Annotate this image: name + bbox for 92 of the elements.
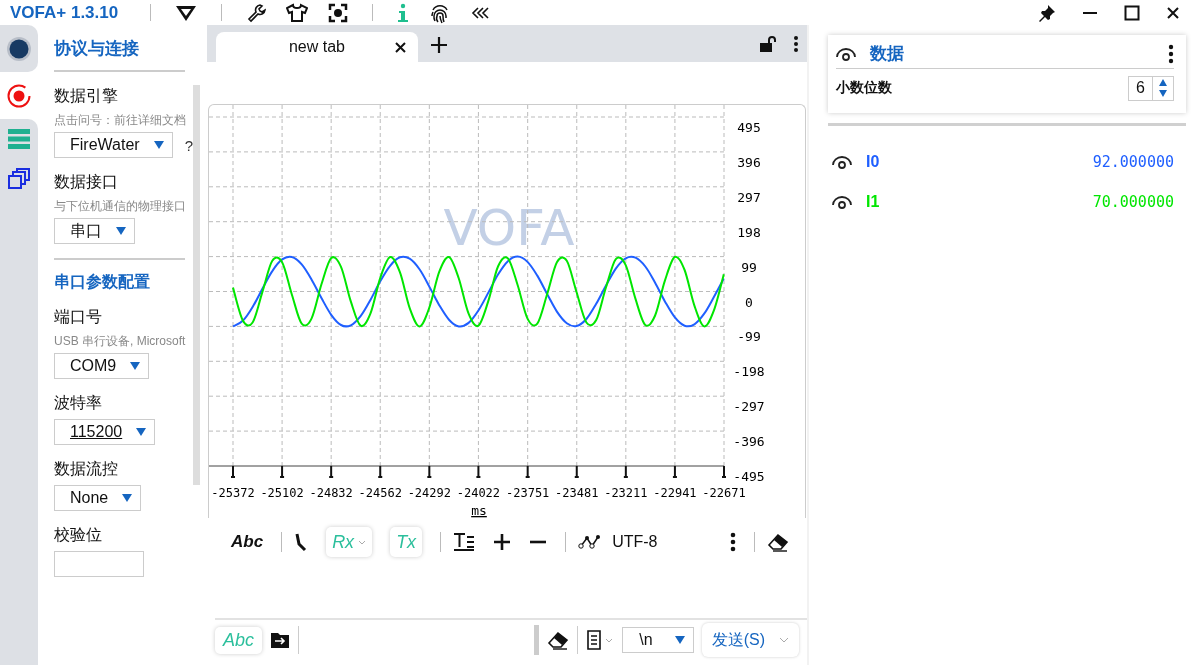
lock-icon[interactable]	[759, 35, 777, 53]
field-label: 数据引擎	[54, 86, 119, 106]
chevron-down-icon	[779, 637, 789, 643]
chevrons-left-icon[interactable]	[471, 5, 492, 20]
eraser-icon[interactable]	[767, 532, 789, 552]
section-heading: 串口参数配置	[54, 272, 151, 292]
channel-name: I0	[866, 153, 881, 171]
axis-label: -24832	[309, 486, 353, 500]
line-ending-dropdown[interactable]: \n	[622, 627, 694, 653]
axis-label: 0	[745, 294, 753, 310]
axis-label: -396	[733, 434, 765, 450]
close-icon[interactable]	[1166, 5, 1180, 20]
more-icon[interactable]	[1168, 43, 1174, 64]
dropdown[interactable]: FireWater	[54, 132, 173, 158]
axis-label: -23211	[604, 486, 648, 500]
number-field[interactable]: 6	[1128, 75, 1174, 101]
graph-nodes-icon[interactable]	[578, 534, 601, 550]
dropdown[interactable]: 串口	[54, 218, 135, 244]
channel-value: 70.000000	[1092, 193, 1174, 211]
folder-send-icon[interactable]	[270, 631, 291, 649]
field-label: 校验位	[54, 525, 103, 545]
field-hint: 与下位机通信的物理接口	[54, 198, 186, 214]
scrollbar[interactable]	[193, 85, 200, 485]
add-tab-icon[interactable]	[430, 36, 448, 54]
axis-label: 495	[737, 120, 761, 135]
field-hint: 点击问号：前往详细文档	[54, 112, 186, 128]
app-title: VOFA+ 1.3.10	[10, 2, 119, 23]
axis-label: -24562	[358, 486, 402, 500]
axis-label: -22671	[702, 486, 746, 500]
connection-dot-icon[interactable]	[6, 35, 32, 62]
field-label: 数据流控	[54, 459, 119, 479]
axis-label: -495	[733, 469, 765, 484]
text-mode-button[interactable]: Abc	[231, 529, 264, 555]
caret-icon	[136, 428, 147, 436]
axis-label: -23481	[555, 486, 599, 500]
cursor-icon[interactable]	[294, 532, 309, 552]
background-logo: VOFA	[443, 199, 575, 257]
field-label: 数据接口	[54, 172, 119, 192]
panel-title: 数据	[870, 43, 905, 65]
axis-label: -198	[733, 364, 765, 380]
more-icon[interactable]	[793, 35, 799, 53]
caret-icon	[674, 636, 685, 644]
wrench-icon[interactable]	[246, 2, 267, 23]
dropdown[interactable]: COM9	[54, 353, 150, 379]
axis-label: 396	[737, 154, 761, 170]
caret-icon	[116, 227, 126, 235]
axis-label: -25102	[260, 486, 304, 500]
pin-icon[interactable]	[1038, 3, 1056, 22]
axis-label: -23751	[506, 486, 550, 500]
axis-label: 198	[737, 224, 761, 240]
eye-icon[interactable]	[832, 155, 852, 169]
help-link[interactable]: ?	[184, 136, 193, 154]
send-button[interactable]: 发送(S)	[701, 623, 799, 657]
document-icon[interactable]	[586, 630, 615, 650]
maximize-icon[interactable]	[1124, 4, 1140, 21]
chevron-down-icon	[358, 539, 367, 545]
axis-label: 99	[741, 259, 757, 275]
shirt-icon[interactable]	[286, 2, 309, 23]
caret-icon	[153, 141, 164, 149]
spin-arrows-icon	[1158, 78, 1168, 98]
eye-icon[interactable]	[832, 195, 852, 209]
dropdown[interactable]: None	[54, 485, 142, 511]
record-icon[interactable]	[6, 82, 32, 109]
tab[interactable]: new tab	[216, 32, 418, 62]
channel-value: 92.000000	[1092, 153, 1174, 171]
axis-label: 297	[737, 189, 761, 205]
text-format-icon[interactable]	[453, 532, 476, 552]
focus-frame-icon[interactable]	[328, 2, 349, 23]
axis-title: ms	[471, 503, 487, 518]
more-icon[interactable]	[730, 532, 736, 552]
dropdown[interactable]: 115200	[54, 419, 156, 445]
close-icon[interactable]	[395, 42, 406, 53]
v-logo-icon[interactable]	[175, 3, 198, 22]
axis-label: -22941	[653, 486, 697, 500]
field-label: 端口号	[54, 307, 103, 327]
plus-icon[interactable]	[493, 533, 512, 551]
axis-label: -25372	[211, 486, 255, 500]
axis-label: -24292	[407, 486, 451, 500]
axis-label: -99	[737, 329, 761, 345]
axis-label: -297	[733, 399, 765, 415]
eye-icon[interactable]	[836, 46, 856, 61]
caret-icon	[122, 494, 133, 502]
field-label: 小数位数	[836, 79, 892, 97]
encoding-label[interactable]: UTF-8	[612, 533, 658, 551]
channel-name: I1	[866, 193, 881, 211]
axis-label: -24022	[456, 486, 501, 500]
caret-icon	[130, 362, 141, 370]
eraser-icon[interactable]	[547, 630, 570, 650]
panel-title: 协议与连接	[54, 38, 140, 60]
windows-icon[interactable]	[7, 167, 31, 191]
field-hint: USB 串行设备, Microsoft	[54, 333, 186, 349]
field-label: 波特率	[54, 393, 103, 413]
